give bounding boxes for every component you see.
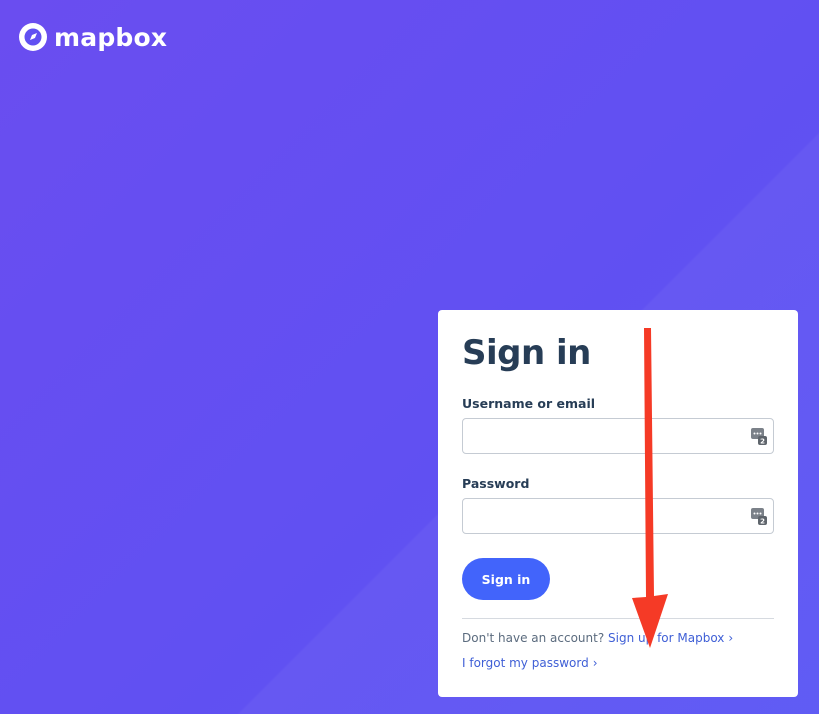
- no-account-text: Don't have an account?: [462, 631, 605, 645]
- password-manager-icon[interactable]: 2: [751, 427, 767, 445]
- password-manager-icon[interactable]: 2: [751, 507, 767, 525]
- signin-button[interactable]: Sign in: [462, 558, 550, 600]
- password-input[interactable]: [463, 499, 759, 533]
- forgot-link-label: I forgot my password: [462, 656, 589, 670]
- signup-link[interactable]: Sign up for Mapbox ›: [608, 631, 733, 645]
- forgot-row: I forgot my password ›: [462, 656, 774, 671]
- svg-text:2: 2: [760, 438, 765, 446]
- username-input[interactable]: [463, 419, 759, 453]
- mapbox-logo[interactable]: mapbox: [18, 22, 167, 52]
- signup-row: Don't have an account? Sign up for Mapbo…: [462, 631, 774, 646]
- mapbox-logo-icon: [19, 23, 47, 51]
- signup-link-label: Sign up for Mapbox: [608, 631, 725, 645]
- username-field-wrapper: 2: [462, 418, 774, 454]
- password-label: Password: [462, 476, 530, 491]
- chevron-right-icon: ›: [592, 656, 598, 670]
- password-field-wrapper: 2: [462, 498, 774, 534]
- brand-name: mapbox: [54, 22, 168, 52]
- chevron-right-icon: ›: [728, 631, 734, 645]
- divider: [462, 618, 774, 619]
- forgot-password-link[interactable]: I forgot my password ›: [462, 656, 598, 670]
- svg-text:2: 2: [760, 518, 765, 526]
- page-title: Sign in: [462, 333, 591, 373]
- signin-card: Sign in Username or email 2 Password 2 S…: [438, 310, 798, 697]
- username-label: Username or email: [462, 396, 596, 411]
